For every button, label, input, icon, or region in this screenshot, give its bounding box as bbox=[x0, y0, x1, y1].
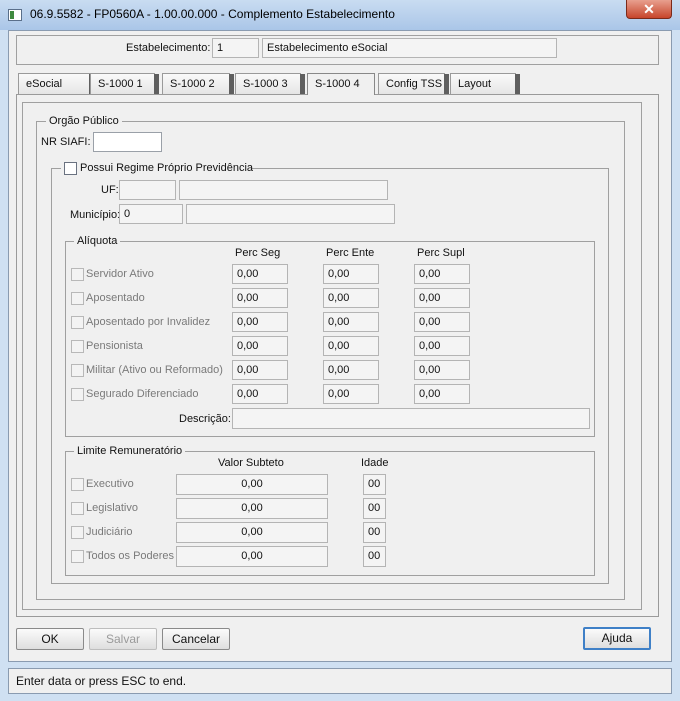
aposentado-checkbox[interactable] bbox=[71, 292, 84, 305]
tab-s1000-1[interactable]: S-1000 1 bbox=[90, 73, 159, 96]
aposentado-perc-seg[interactable]: 0,00 bbox=[232, 288, 288, 308]
col-perc-supl: Perc Supl bbox=[417, 247, 465, 259]
col-perc-ente: Perc Ente bbox=[326, 247, 375, 259]
uf-description bbox=[179, 180, 388, 200]
tab-s1000-2[interactable]: S-1000 2 bbox=[162, 73, 234, 96]
todos-poderes-label: Todos os Poderes bbox=[86, 550, 175, 562]
window-title: 06.9.5582 - FP0560A - 1.00.00.000 - Comp… bbox=[30, 7, 395, 21]
regime-proprio-checkbox[interactable] bbox=[64, 162, 77, 175]
segurado-diferenciado-perc-supl[interactable]: 0,00 bbox=[414, 384, 470, 404]
cancelar-button[interactable]: Cancelar bbox=[162, 628, 230, 650]
uf-label: UF: bbox=[101, 184, 119, 196]
todos-poderes-checkbox[interactable] bbox=[71, 550, 84, 563]
aposentado-invalidez-perc-ente[interactable]: 0,00 bbox=[323, 312, 379, 332]
servidor-ativo-label: Servidor Ativo bbox=[86, 268, 154, 280]
servidor-ativo-perc-seg[interactable]: 0,00 bbox=[232, 264, 288, 284]
aposentado-invalidez-checkbox[interactable] bbox=[71, 316, 84, 329]
segurado-diferenciado-perc-seg[interactable]: 0,00 bbox=[232, 384, 288, 404]
militar-checkbox[interactable] bbox=[71, 364, 84, 377]
legislativo-valor-subteto[interactable]: 0,00 bbox=[176, 498, 328, 519]
status-text: Enter data or press ESC to end. bbox=[16, 674, 187, 688]
aposentado-perc-ente[interactable]: 0,00 bbox=[323, 288, 379, 308]
todos-poderes-idade[interactable]: 00 bbox=[363, 546, 386, 567]
tab-label: S-1000 2 bbox=[170, 78, 215, 90]
militar-perc-seg[interactable]: 0,00 bbox=[232, 360, 288, 380]
aposentado-invalidez-label: Aposentado por Invalidez bbox=[86, 316, 211, 328]
tab-label: Layout bbox=[458, 78, 492, 90]
pensionista-perc-seg[interactable]: 0,00 bbox=[232, 336, 288, 356]
col-perc-seg: Perc Seg bbox=[235, 247, 281, 259]
salvar-button[interactable]: Salvar bbox=[89, 628, 157, 650]
estab-code-field[interactable]: 1 bbox=[212, 38, 259, 58]
municipio-label: Município: bbox=[70, 209, 121, 221]
aposentado-invalidez-perc-seg[interactable]: 0,00 bbox=[232, 312, 288, 332]
pensionista-checkbox[interactable] bbox=[71, 340, 84, 353]
tab-s1000-3[interactable]: S-1000 3 bbox=[235, 73, 305, 96]
militar-perc-supl[interactable]: 0,00 bbox=[414, 360, 470, 380]
limite-remuneratorio-legend: Limite Remuneratório bbox=[74, 445, 186, 457]
legislativo-checkbox[interactable] bbox=[71, 502, 84, 515]
judiciario-checkbox[interactable] bbox=[71, 526, 84, 539]
aposentado-perc-supl[interactable]: 0,00 bbox=[414, 288, 470, 308]
regime-proprio-label: Possui Regime Próprio Previdência bbox=[80, 162, 254, 174]
municipio-input[interactable]: 0 bbox=[119, 204, 183, 224]
militar-label: Militar (Ativo ou Reformado) bbox=[86, 364, 223, 376]
uf-input[interactable] bbox=[119, 180, 176, 200]
tab-s1000-4[interactable]: S-1000 4 bbox=[307, 73, 375, 95]
tab-config-tss[interactable]: Config TSS bbox=[378, 73, 449, 96]
descricao-label: Descrição: bbox=[179, 413, 231, 425]
legislativo-label: Legislativo bbox=[86, 502, 138, 514]
col-valor-subteto: Valor Subteto bbox=[218, 457, 284, 469]
pensionista-perc-ente[interactable]: 0,00 bbox=[323, 336, 379, 356]
servidor-ativo-perc-supl[interactable]: 0,00 bbox=[414, 264, 470, 284]
executivo-idade[interactable]: 00 bbox=[363, 474, 386, 495]
servidor-ativo-checkbox[interactable] bbox=[71, 268, 84, 281]
aposentado-invalidez-perc-supl[interactable]: 0,00 bbox=[414, 312, 470, 332]
descricao-input[interactable] bbox=[232, 408, 590, 429]
col-idade: Idade bbox=[361, 457, 389, 469]
segurado-diferenciado-label: Segurado Diferenciado bbox=[86, 388, 199, 400]
judiciario-valor-subteto[interactable]: 0,00 bbox=[176, 522, 328, 543]
tab-label: S-1000 1 bbox=[98, 78, 143, 90]
tab-label: S-1000 3 bbox=[243, 78, 288, 90]
estab-label: Estabelecimento: bbox=[126, 42, 211, 54]
tab-label: eSocial bbox=[26, 78, 63, 90]
judiciario-idade[interactable]: 00 bbox=[363, 522, 386, 543]
segurado-diferenciado-perc-ente[interactable]: 0,00 bbox=[323, 384, 379, 404]
judiciario-label: Judiciário bbox=[86, 526, 133, 538]
todos-poderes-valor-subteto[interactable]: 0,00 bbox=[176, 546, 328, 567]
orgao-publico-legend: Orgão Público bbox=[46, 115, 122, 127]
tab-esocial[interactable]: eSocial bbox=[18, 73, 94, 96]
app-icon bbox=[8, 9, 22, 21]
tab-label: S-1000 4 bbox=[315, 78, 360, 90]
tab-layout[interactable]: Layout bbox=[450, 73, 520, 96]
executivo-label: Executivo bbox=[86, 478, 134, 490]
nr-siafi-label: NR SIAFI: bbox=[41, 136, 91, 148]
segurado-diferenciado-checkbox[interactable] bbox=[71, 388, 84, 401]
close-button[interactable]: ✕ bbox=[626, 0, 672, 19]
tab-label: Config TSS bbox=[386, 78, 443, 90]
pensionista-label: Pensionista bbox=[86, 340, 143, 352]
ok-button[interactable]: OK bbox=[16, 628, 84, 650]
legislativo-idade[interactable]: 00 bbox=[363, 498, 386, 519]
militar-perc-ente[interactable]: 0,00 bbox=[323, 360, 379, 380]
executivo-checkbox[interactable] bbox=[71, 478, 84, 491]
pensionista-perc-supl[interactable]: 0,00 bbox=[414, 336, 470, 356]
executivo-valor-subteto[interactable]: 0,00 bbox=[176, 474, 328, 495]
estab-name-field: Estabelecimento eSocial bbox=[262, 38, 557, 58]
aliquota-legend: Alíquota bbox=[74, 235, 121, 247]
ajuda-button[interactable]: Ajuda bbox=[583, 627, 651, 650]
nr-siafi-input[interactable] bbox=[93, 132, 162, 152]
servidor-ativo-perc-ente[interactable]: 0,00 bbox=[323, 264, 379, 284]
aposentado-label: Aposentado bbox=[86, 292, 145, 304]
municipio-description bbox=[186, 204, 395, 224]
